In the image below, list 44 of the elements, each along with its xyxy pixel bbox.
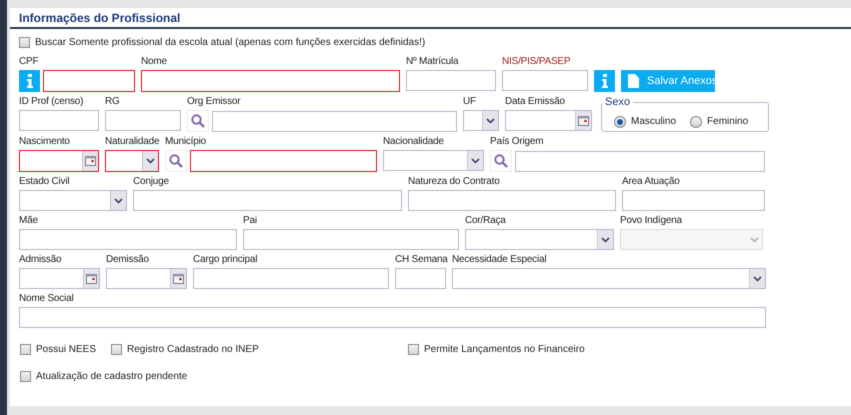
field-label: ID Prof (censo) — [19, 96, 84, 108]
field-label: Pai — [243, 215, 257, 227]
checkbox-option[interactable]: Atualização de cadastro pendente — [20, 369, 188, 384]
field-label: Cargo principal — [193, 254, 258, 266]
field-label: Conjuge — [133, 176, 169, 188]
field-label: Nome Social — [19, 293, 74, 305]
checkbox-option[interactable]: Permite Lançamentos no Financeiro — [408, 342, 585, 357]
field-label: Povo Indígena — [620, 215, 682, 227]
field-label: Estado Civil — [19, 176, 70, 188]
radio-label: Masculino — [631, 115, 676, 129]
field-label: NIS/PIS/PASEP — [502, 56, 570, 68]
field-label: Nº Matrícula — [406, 56, 458, 68]
checkbox-label: Atualização de cadastro pendente — [36, 370, 188, 384]
checkbox-option[interactable]: Registro Cadastrado no INEP — [111, 342, 408, 357]
field-label: Mãe — [19, 215, 38, 227]
field-label: Admissão — [19, 254, 62, 266]
field-label: Município — [165, 136, 206, 148]
field-label: País Origem — [490, 136, 544, 148]
radio-option[interactable]: Masculino — [614, 114, 676, 129]
checkbox-option[interactable]: Buscar Somente profissional da escola atual (apenas com funções exercidas definidas!) — [19, 35, 851, 50]
field-label: Necessidade Especial — [452, 254, 546, 266]
group-legend: Sexo — [602, 96, 634, 108]
field-label: Naturalidade — [105, 136, 160, 148]
checkbox-option[interactable]: Possui NEES — [20, 342, 111, 357]
field-label: RG — [105, 96, 120, 108]
field-label: Natureza do Contrato — [408, 176, 500, 188]
checkbox-label: Buscar Somente profissional da escola atual (apenas com funções exercidas definidas!) — [35, 36, 426, 50]
field-label: Demissão — [106, 254, 149, 266]
field-label: Area Atuação — [622, 176, 680, 188]
checkbox-label: Registro Cadastrado no INEP — [127, 343, 259, 357]
radio-option[interactable]: Feminino — [690, 114, 748, 129]
field-label: Cor/Raça — [465, 215, 506, 227]
field-label: CH Semana — [395, 254, 448, 266]
field-label: CPF — [19, 56, 38, 68]
field-label: Data Emissão — [505, 96, 565, 108]
field-label: Nascimento — [19, 136, 70, 148]
section-title: Informações do Profissional — [19, 10, 180, 26]
checkbox-label: Permite Lançamentos no Financeiro — [424, 343, 585, 357]
field-label: Nacionalidade — [383, 136, 444, 148]
field-label: Nome — [141, 56, 167, 68]
field-label: UF — [463, 96, 476, 108]
field-label: Org Emissor — [187, 96, 240, 108]
checkbox-label: Possui NEES — [36, 343, 96, 357]
radio-label: Feminino — [707, 115, 748, 129]
